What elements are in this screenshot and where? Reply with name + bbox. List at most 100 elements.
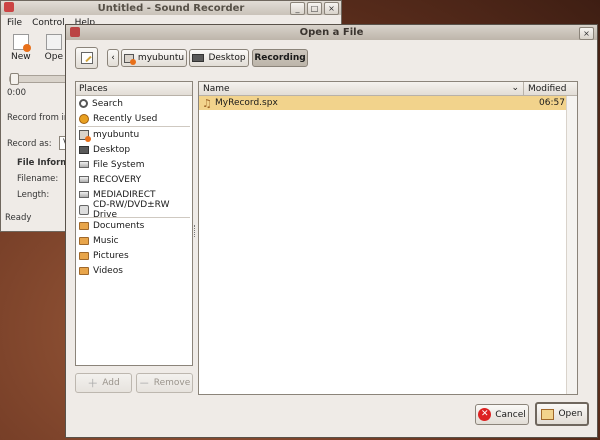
place-label: Search (92, 98, 123, 109)
column-name-label: Name (203, 83, 230, 94)
path-label-desktop: Desktop (208, 53, 246, 63)
path-button-myubuntu[interactable]: myubuntu (121, 49, 187, 67)
folder-icon (79, 266, 89, 275)
place-label: MEDIADIRECT (93, 189, 156, 200)
home-folder-icon (123, 53, 136, 65)
sound-recorder-titlebar[interactable]: Untitled - Sound Recorder _ □ × (1, 1, 341, 15)
place-file-system[interactable]: File System (76, 157, 192, 172)
place-desktop[interactable]: Desktop (76, 142, 192, 157)
place-documents[interactable]: Documents (76, 218, 192, 233)
minus-icon: － (138, 377, 150, 390)
place-label: RECOVERY (93, 174, 142, 185)
length-label: Length: (17, 190, 50, 200)
home-folder-icon (79, 129, 91, 142)
add-button-label: Add (102, 378, 120, 388)
desktop-icon (79, 145, 89, 154)
add-bookmark-button[interactable]: ＋ Add (75, 373, 132, 393)
chevron-left-icon: ‹ (111, 53, 115, 63)
path-label-recording: Recording (254, 53, 306, 63)
place-label: Documents (93, 220, 145, 231)
close-button[interactable]: × (324, 2, 339, 15)
file-list-header: Name ⌄ Modified (199, 82, 577, 96)
file-list: Name ⌄ Modified ♫ MyRecord.spx 06:57 (198, 81, 578, 395)
places-header[interactable]: Places (76, 82, 192, 96)
file-info-heading: File Inform (17, 158, 70, 168)
type-location-button[interactable] (75, 47, 98, 69)
dialog-title: Open a File (299, 27, 364, 38)
place-label: Recently Used (93, 113, 158, 124)
cancel-button[interactable]: ✕ Cancel (475, 404, 529, 425)
new-button[interactable]: New (11, 34, 31, 68)
open-button-label: Open (558, 409, 583, 419)
column-modified-label: Modified (528, 83, 567, 94)
place-label: Music (93, 235, 119, 246)
open-toolbar-button[interactable]: Ope (45, 34, 63, 68)
place-label: File System (93, 159, 145, 170)
sort-chevron-down-icon: ⌄ (511, 83, 519, 93)
dialog-close-button[interactable]: × (579, 27, 594, 40)
audio-file-icon: ♫ (202, 96, 212, 110)
place-recently-used[interactable]: Recently Used (76, 111, 192, 126)
menu-control[interactable]: Control (32, 18, 65, 28)
folder-icon (79, 221, 89, 230)
maximize-button[interactable]: □ (307, 2, 322, 15)
search-icon (79, 99, 88, 108)
recently-used-icon (79, 113, 89, 124)
edit-location-icon (80, 52, 93, 64)
minimize-button[interactable]: _ (290, 2, 305, 15)
sound-recorder-title: Untitled - Sound Recorder (97, 2, 245, 14)
new-file-icon (12, 34, 31, 52)
open-folder-icon (541, 408, 555, 420)
column-header-name[interactable]: Name ⌄ (199, 82, 524, 95)
path-back-button[interactable]: ‹ (107, 49, 119, 67)
sound-recorder-app-icon (4, 2, 14, 12)
drive-icon (79, 176, 89, 183)
place-label: Pictures (93, 250, 129, 261)
record-from-label: Record from in (7, 113, 70, 123)
place-search[interactable]: Search (76, 96, 192, 111)
status-bar: Ready (5, 213, 32, 223)
file-system-icon (79, 161, 89, 168)
file-row[interactable]: ♫ MyRecord.spx 06:57 (199, 96, 577, 110)
place-myubuntu[interactable]: myubuntu (76, 127, 192, 142)
place-cd-drive[interactable]: CD-RW/DVD±RW Drive (76, 199, 192, 220)
place-label: myubuntu (93, 129, 140, 140)
new-button-label: New (11, 52, 31, 62)
path-button-recording[interactable]: Recording (252, 49, 308, 67)
file-name-cell: ♫ MyRecord.spx (199, 98, 524, 109)
path-button-desktop[interactable]: Desktop (189, 49, 249, 67)
dialog-titlebar[interactable]: Open a File × (66, 25, 597, 40)
desktop-icon (192, 54, 205, 62)
column-header-modified[interactable]: Modified (524, 84, 566, 94)
position-slider[interactable] (9, 73, 71, 85)
place-label: Desktop (93, 144, 131, 155)
cancel-icon: ✕ (478, 408, 492, 421)
drive-icon (79, 191, 89, 198)
open-button[interactable]: Open (535, 402, 589, 426)
file-list-scrollbar[interactable] (566, 96, 577, 394)
place-recovery[interactable]: RECOVERY (76, 172, 192, 187)
time-readout: 0:00 (7, 88, 27, 98)
remove-button-label: Remove (153, 378, 191, 388)
file-name: MyRecord.spx (215, 98, 278, 108)
open-file-icon (45, 34, 62, 50)
dialog-app-icon (70, 27, 80, 37)
remove-bookmark-button[interactable]: － Remove (136, 373, 193, 393)
open-button-label: Ope (44, 52, 63, 62)
folder-icon (79, 236, 89, 245)
folder-icon (79, 251, 89, 260)
open-file-dialog: Open a File × ‹ myubuntu Desktop Recordi… (65, 24, 598, 438)
place-label: CD-RW/DVD±RW Drive (93, 199, 170, 220)
cancel-button-label: Cancel (495, 409, 526, 420)
filename-label: Filename: (17, 174, 59, 184)
places-panel: Places Search Recently Used myubuntu Des… (75, 81, 193, 366)
path-label-myubuntu: myubuntu (137, 53, 185, 63)
places-header-label: Places (79, 83, 108, 94)
menu-file[interactable]: File (7, 18, 22, 28)
plus-icon: ＋ (87, 377, 99, 390)
record-as-label: Record as: (7, 139, 52, 149)
place-music[interactable]: Music (76, 233, 192, 248)
file-modified: 06:57 (539, 98, 565, 108)
place-pictures[interactable]: Pictures (76, 248, 192, 263)
place-videos[interactable]: Videos (76, 263, 192, 278)
